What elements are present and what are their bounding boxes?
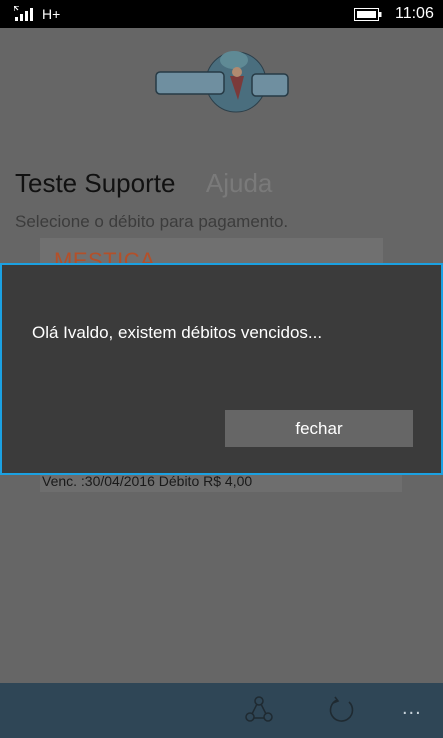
app-logo bbox=[155, 51, 289, 113]
share-icon[interactable] bbox=[244, 695, 274, 725]
status-bar: H+ 11:06 bbox=[0, 0, 443, 28]
tab-ajuda[interactable]: Ajuda bbox=[206, 168, 273, 199]
tab-teste-suporte[interactable]: Teste Suporte bbox=[15, 168, 175, 199]
app-bar: ... bbox=[0, 683, 443, 738]
instruction-text: Selecione o débito para pagamento. bbox=[15, 212, 289, 231]
signal-strength-icon bbox=[14, 6, 33, 21]
battery-icon bbox=[354, 8, 382, 21]
message-dialog: Olá Ivaldo, existem débitos vencidos... … bbox=[0, 263, 443, 475]
clock: 11:06 bbox=[395, 5, 434, 22]
pivot-header: Teste Suporte Ajuda bbox=[15, 168, 298, 208]
close-button[interactable]: fechar bbox=[225, 410, 413, 447]
dialog-message: Olá Ivaldo, existem débitos vencidos... bbox=[32, 323, 323, 342]
network-type: H+ bbox=[42, 6, 61, 22]
debit-details: Venc. :30/04/2016 Débito R$ 4,00 bbox=[42, 473, 253, 489]
refresh-icon[interactable] bbox=[327, 695, 357, 725]
more-options-button[interactable]: ... bbox=[402, 697, 422, 720]
